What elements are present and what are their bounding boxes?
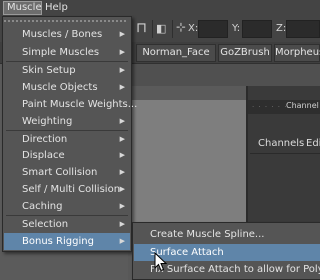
menu-item-muscle-objects[interactable]: Muscle Objects ▶ bbox=[4, 79, 130, 96]
viewport-panel-bar bbox=[128, 86, 246, 100]
z-field-label: Z: bbox=[276, 23, 287, 34]
menu-muscle[interactable]: Muscle bbox=[3, 1, 42, 15]
tear-off-icon[interactable] bbox=[4, 18, 128, 24]
toolbar-divider bbox=[152, 20, 153, 38]
menu-item-simple-muscles[interactable]: Simple Muscles ▶ bbox=[4, 44, 130, 61]
menu-help[interactable]: Help bbox=[42, 1, 71, 15]
tab-edit[interactable]: Editi bbox=[306, 138, 320, 149]
x-field-label: X: bbox=[188, 23, 199, 34]
menu-item-label: Skin Setup bbox=[22, 65, 76, 76]
numeric-input-icon[interactable]: ⊹ bbox=[176, 20, 186, 34]
menu-item-label: Self / Multi Collision bbox=[22, 184, 121, 195]
menu-item-selection[interactable]: Selection ▶ bbox=[4, 216, 130, 233]
submenu-arrow-icon: ▶ bbox=[119, 117, 125, 125]
magnet-snap-icon[interactable]: ⊓ bbox=[136, 20, 147, 36]
channel-box-title: Channel B bbox=[286, 101, 320, 110]
menu-item-skin-setup[interactable]: Skin Setup ▶ bbox=[4, 62, 130, 79]
shelf-tab-norman-face[interactable]: Norman_Face bbox=[136, 44, 216, 62]
submenu-arrow-icon: ▶ bbox=[119, 220, 125, 228]
menu-item-label: Bonus Rigging bbox=[22, 236, 94, 247]
submenu-arrow-icon: ▶ bbox=[119, 83, 125, 91]
menu-item-label: Paint Muscle Weights... bbox=[22, 99, 138, 110]
submenu-arrow-icon: ▶ bbox=[119, 202, 125, 210]
menu-item-caching[interactable]: Caching ▶ bbox=[4, 198, 130, 215]
submenu-arrow-icon: ▶ bbox=[119, 237, 125, 245]
menu-item-label: Muscle Objects bbox=[22, 82, 98, 93]
history-icon[interactable]: ◧ bbox=[156, 22, 166, 35]
menubar: Muscle Help bbox=[0, 0, 320, 16]
menu-item-smart-collision[interactable]: Smart Collision ▶ bbox=[4, 164, 130, 181]
submenu-arrow-icon: ▶ bbox=[119, 48, 125, 56]
submenu-arrow-icon: ▶ bbox=[119, 185, 125, 193]
x-field[interactable] bbox=[198, 20, 228, 38]
submenu-arrow-icon: ▶ bbox=[119, 66, 125, 74]
menu-item-label: Muscles / Bones bbox=[22, 29, 103, 40]
toolbar-divider bbox=[172, 20, 173, 38]
menu-item-label: Selection bbox=[22, 219, 69, 230]
submenu-arrow-icon: ▶ bbox=[119, 30, 125, 38]
menu-item-bonus-rigging[interactable]: Bonus Rigging ▶ bbox=[4, 233, 130, 250]
menu-item-label: Simple Muscles bbox=[22, 47, 100, 58]
submenu-item-create-muscle-spline[interactable]: Create Muscle Spline... bbox=[134, 226, 320, 243]
cursor-arrow-icon bbox=[154, 252, 168, 272]
z-field[interactable] bbox=[286, 20, 320, 38]
submenu-arrow-icon: ▶ bbox=[119, 168, 125, 176]
menu-item-weighting[interactable]: Weighting ▶ bbox=[4, 113, 130, 130]
menu-item-label: Smart Collision bbox=[22, 167, 98, 178]
menu-item-self-multi-collision[interactable]: Self / Multi Collision ▶ bbox=[4, 181, 130, 198]
menu-item-label: Direction bbox=[22, 134, 68, 145]
menu-item-paint-muscle-weights[interactable]: Paint Muscle Weights... bbox=[4, 96, 137, 113]
y-field[interactable] bbox=[242, 20, 272, 38]
tab-channels[interactable]: Channels bbox=[258, 138, 304, 149]
menu-item-muscles-bones[interactable]: Muscles / Bones ▶ bbox=[4, 26, 130, 43]
y-field-label: Y: bbox=[232, 23, 241, 34]
menu-item-direction[interactable]: Direction ▶ bbox=[4, 131, 130, 148]
menu-item-label: Displace bbox=[22, 150, 65, 161]
drag-handle-icon[interactable]: · · · · · · bbox=[252, 103, 287, 111]
menu-item-label: Weighting bbox=[22, 116, 73, 127]
shelf-tab-gozbrush[interactable]: GoZBrush bbox=[218, 44, 272, 62]
shelf-tab-morpheus[interactable]: Morpheus bbox=[274, 44, 320, 62]
viewport[interactable] bbox=[128, 86, 246, 222]
menu-item-displace[interactable]: Displace ▶ bbox=[4, 147, 130, 164]
shelf-icon-strip bbox=[128, 64, 320, 86]
menu-item-label: Caching bbox=[22, 201, 63, 212]
submenu-arrow-icon: ▶ bbox=[119, 151, 125, 159]
submenu-arrow-icon: ▶ bbox=[119, 135, 125, 143]
